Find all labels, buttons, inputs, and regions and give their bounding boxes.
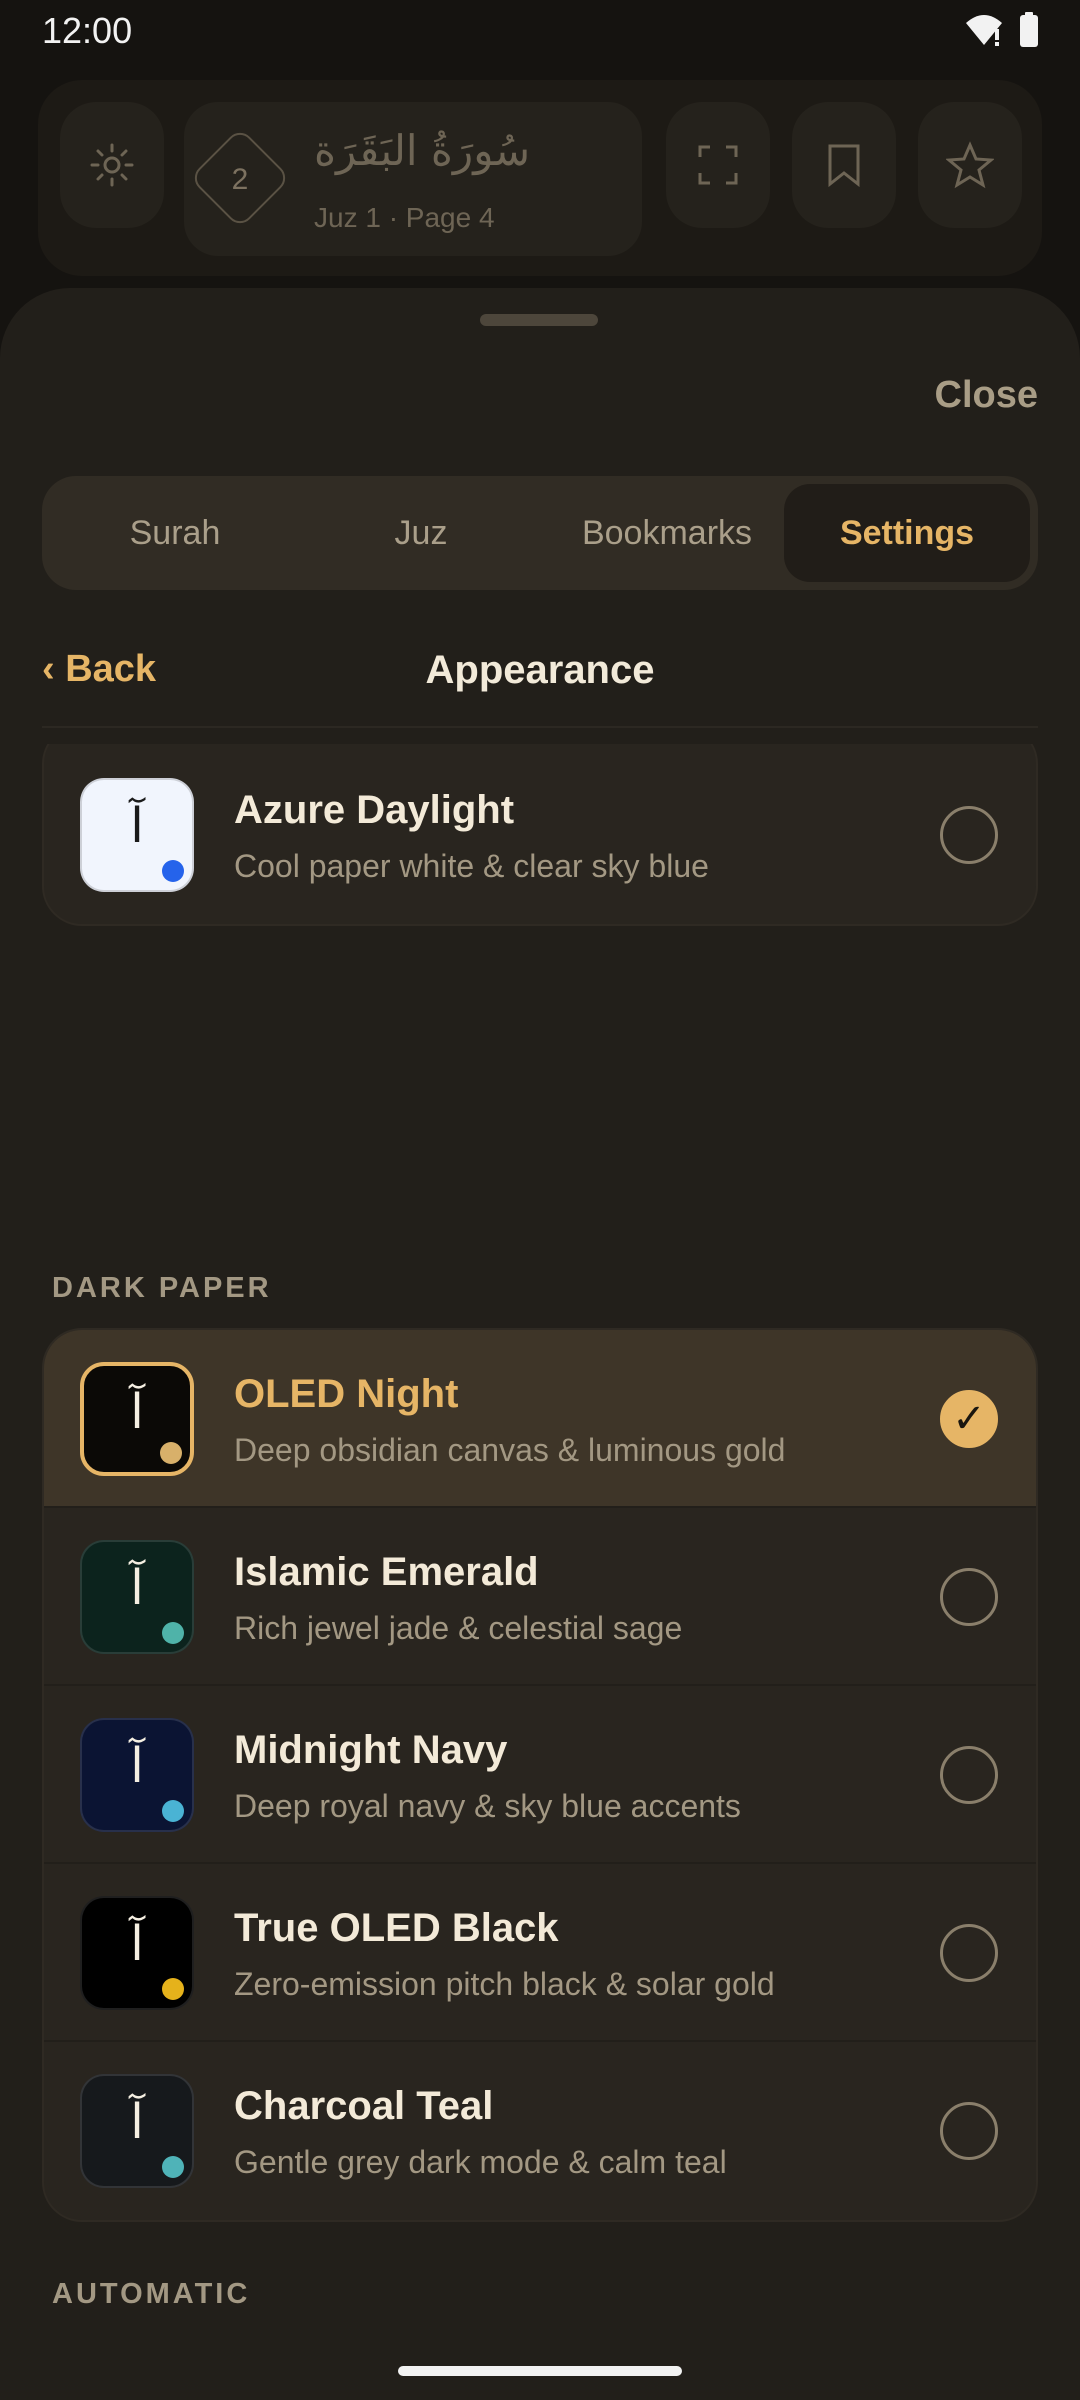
theme-row-islamic-emerald[interactable]: آ Islamic Emerald Rich jewel jade & celest…	[44, 1508, 1036, 1686]
theme-name: Azure Daylight	[234, 788, 515, 832]
theme-row-azure-daylight[interactable]: آ Azure Daylight Cool paper white & clea…	[44, 744, 1036, 924]
theme-row-oled-night[interactable]: آ OLED Night Deep obsidian canvas & lumino…	[44, 1330, 1036, 1508]
bookmark-icon	[828, 144, 860, 187]
status-time: 12:00	[42, 10, 133, 51]
swatch-glyph: آ	[130, 1738, 144, 1794]
back-button[interactable]: ‹ Back	[42, 648, 156, 691]
theme-name: Charcoal Teal	[234, 2084, 494, 2128]
drag-handle[interactable]	[480, 314, 598, 326]
theme-name: True OLED Black	[234, 1906, 559, 1950]
tab-bar: Surah Juz Bookmarks Settings	[42, 476, 1038, 590]
section-label-dark: DARK PAPER	[52, 1272, 272, 1304]
theme-swatch: آ	[80, 1362, 194, 1476]
fullscreen-icon	[698, 145, 738, 185]
theme-row-charcoal-teal[interactable]: آ Charcoal Teal Gentle grey dark mode & ca…	[44, 2042, 1036, 2220]
swatch-glyph: آ	[130, 2094, 144, 2150]
selected-check-icon[interactable]: ✓	[940, 1390, 998, 1448]
battery-icon	[1020, 12, 1038, 47]
accent-dot	[162, 1622, 184, 1644]
home-indicator[interactable]	[398, 2366, 682, 2376]
theme-description: Zero-emission pitch black & solar gold	[234, 1966, 775, 2002]
surah-name: سُورَةُ البَقَرَة	[314, 126, 531, 175]
favorite-button[interactable]	[918, 102, 1022, 228]
theme-swatch: آ	[80, 778, 194, 892]
tab-juz[interactable]: Juz	[298, 484, 544, 582]
theme-name: OLED Night	[234, 1372, 459, 1416]
fullscreen-button[interactable]	[666, 102, 770, 228]
accent-dot	[162, 1800, 184, 1822]
section-label-automatic: AUTOMATIC	[52, 2278, 251, 2304]
close-button[interactable]: Close	[935, 374, 1038, 417]
accent-dot	[162, 860, 184, 882]
theme-description: Cool paper white & clear sky blue	[234, 848, 709, 884]
accent-dot	[162, 2156, 184, 2178]
page-title: Appearance	[425, 648, 655, 692]
theme-swatch: آ	[80, 1718, 194, 1832]
theme-description: Rich jewel jade & celestial sage	[234, 1610, 683, 1646]
theme-row-true-oled-black[interactable]: آ True OLED Black Zero-emission pitch blac…	[44, 1864, 1036, 2042]
theme-radio[interactable]	[940, 2102, 998, 2160]
light-theme-group: آ Azure Daylight Cool paper white & clea…	[42, 744, 1038, 926]
accent-dot	[160, 1442, 182, 1464]
theme-radio[interactable]	[940, 1568, 998, 1626]
settings-nav-row: Appearance ‹ Back	[42, 628, 1038, 728]
swatch-glyph: آ	[130, 1384, 144, 1440]
theme-radio[interactable]	[940, 1924, 998, 1982]
theme-swatch: آ	[80, 1896, 194, 2010]
tab-surah[interactable]: Surah	[52, 484, 298, 582]
status-icons	[964, 12, 1040, 48]
theme-description: Gentle grey dark mode & calm teal	[234, 2144, 727, 2180]
theme-list[interactable]: آ Azure Daylight Cool paper white & clea…	[0, 744, 1080, 2304]
tab-bookmarks[interactable]: Bookmarks	[544, 484, 790, 582]
swatch-glyph: آ	[130, 798, 144, 854]
theme-swatch: آ	[80, 2074, 194, 2188]
theme-swatch: آ	[80, 1540, 194, 1654]
star-icon	[946, 141, 994, 189]
theme-name: Islamic Emerald	[234, 1550, 539, 1594]
theme-row-midnight-navy[interactable]: آ Midnight Navy Deep royal navy & sky blue…	[44, 1686, 1036, 1864]
theme-radio[interactable]	[940, 1746, 998, 1804]
reader-top-bar: 2 سُورَةُ البَقَرَة Juz 1 · Page 4	[38, 80, 1042, 276]
accent-dot	[162, 1978, 184, 2000]
sun-icon	[90, 143, 134, 187]
surah-meta: Juz 1 · Page 4	[314, 202, 495, 233]
theme-radio[interactable]	[940, 806, 998, 864]
wifi-icon	[966, 15, 1002, 46]
theme-description: Deep obsidian canvas & luminous gold	[234, 1432, 786, 1468]
brightness-button[interactable]	[60, 102, 164, 228]
bottom-sheet: Close Surah Juz Bookmarks Settings Appea…	[0, 288, 1080, 2400]
theme-description: Deep royal navy & sky blue accents	[234, 1788, 741, 1824]
dark-theme-group: آ OLED Night Deep obsidian canvas & lumino…	[42, 1328, 1038, 2222]
juz-number: 2	[231, 163, 249, 196]
tab-settings[interactable]: Settings	[784, 484, 1030, 582]
theme-name: Midnight Navy	[234, 1728, 508, 1772]
surah-indicator[interactable]: 2 سُورَةُ البَقَرَة Juz 1 · Page 4	[184, 102, 642, 256]
status-bar: 12:00	[0, 0, 1080, 62]
swatch-glyph: آ	[130, 1560, 144, 1616]
bookmark-button[interactable]	[792, 102, 896, 228]
swatch-glyph: آ	[130, 1916, 144, 1972]
